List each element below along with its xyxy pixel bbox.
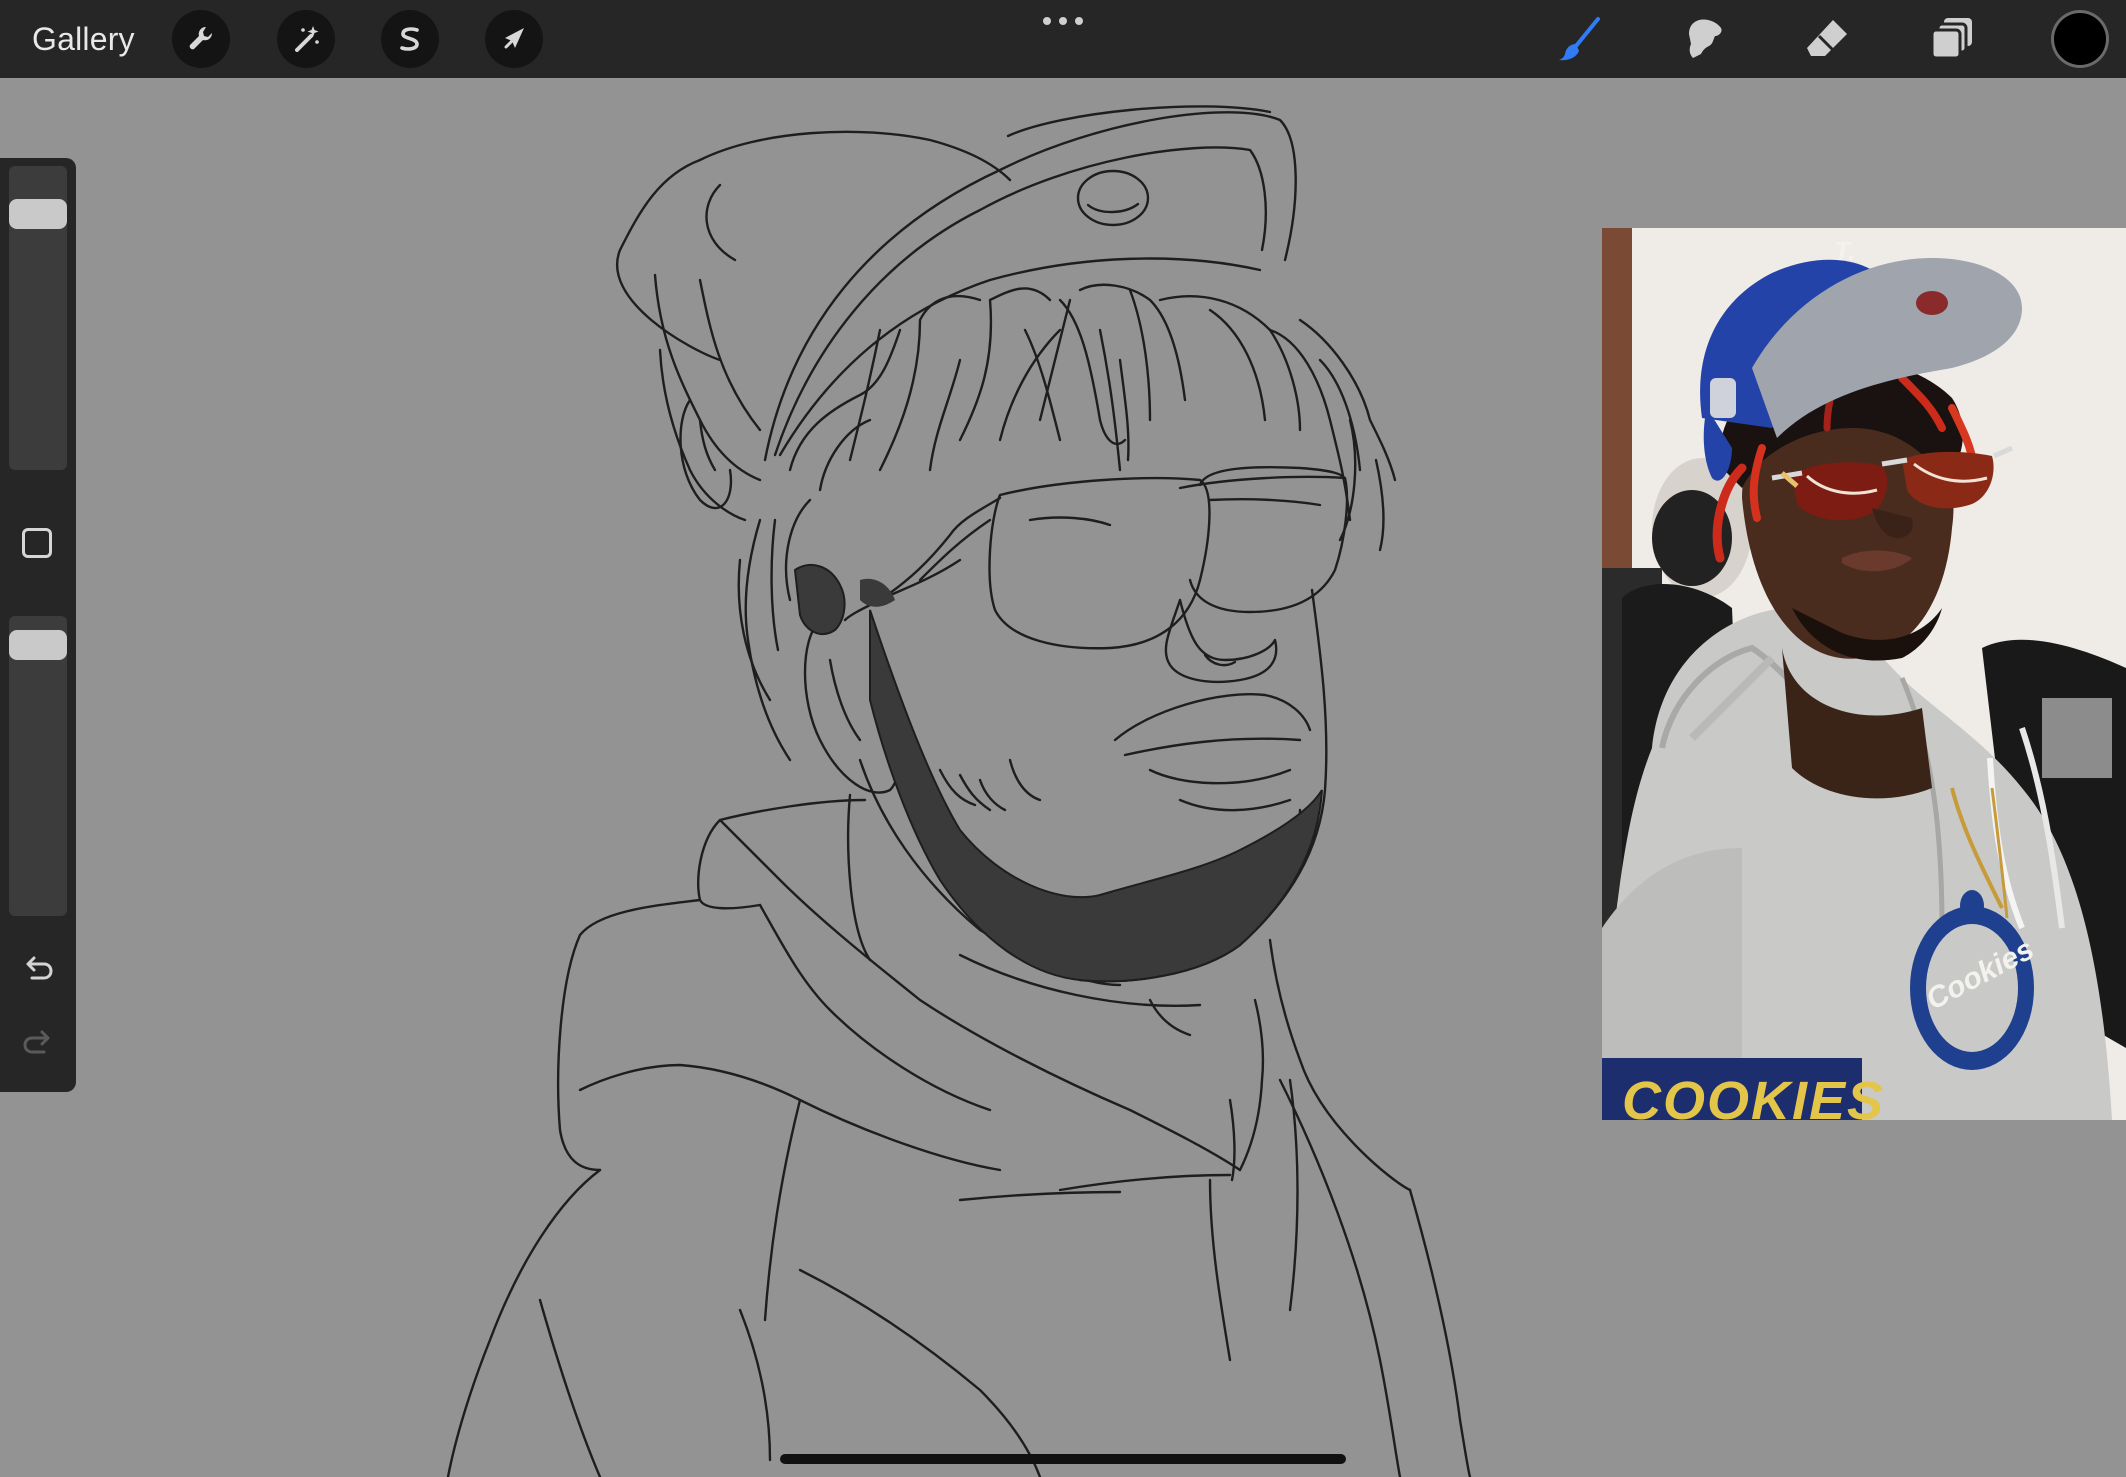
reference-photo-image bbox=[1602, 228, 2126, 1120]
arrow-cursor-icon bbox=[504, 28, 524, 49]
color-picker-button[interactable] bbox=[2054, 13, 2106, 65]
redo-arrow-icon bbox=[23, 1030, 50, 1054]
undo-button[interactable] bbox=[18, 950, 58, 990]
temple-fill bbox=[860, 578, 895, 607]
cap-letter-text: T. bbox=[1834, 236, 1856, 266]
brush-opacity-thumb[interactable] bbox=[9, 629, 67, 660]
beard-fill bbox=[869, 609, 1323, 983]
redo-button[interactable] bbox=[18, 1024, 58, 1064]
transform-button[interactable] bbox=[485, 10, 543, 68]
selection-s-icon bbox=[400, 27, 419, 51]
eraser-icon bbox=[1807, 20, 1847, 56]
gallery-button[interactable]: Gallery bbox=[32, 18, 135, 60]
home-indicator[interactable] bbox=[780, 1454, 1346, 1464]
square-icon[interactable] bbox=[22, 528, 52, 558]
brush-tool-button[interactable] bbox=[1552, 12, 1606, 66]
actions-button[interactable] bbox=[172, 10, 230, 68]
layers-icon bbox=[1930, 18, 1972, 60]
reference-photo[interactable]: T. Cookies COOKIES bbox=[1602, 228, 2126, 1120]
more-dots-icon[interactable] bbox=[1043, 14, 1083, 28]
sideburn-fill bbox=[793, 564, 846, 635]
smudge-tool-button[interactable] bbox=[1677, 12, 1731, 66]
left-sidebar bbox=[0, 158, 76, 1092]
adjustments-button[interactable] bbox=[277, 10, 335, 68]
layers-button[interactable] bbox=[1926, 12, 1980, 66]
wrench-icon bbox=[189, 26, 213, 50]
top-toolbar: Gallery bbox=[0, 0, 2126, 78]
brush-opacity-slider[interactable] bbox=[9, 616, 67, 916]
undo-arrow-icon bbox=[26, 956, 53, 980]
sleeve-text: COOKIES bbox=[1622, 1071, 1886, 1120]
eraser-tool-button[interactable] bbox=[1801, 12, 1855, 66]
selection-button[interactable] bbox=[381, 10, 439, 68]
brush-size-thumb[interactable] bbox=[9, 198, 67, 229]
brush-icon bbox=[1559, 17, 1600, 61]
magic-wand-icon bbox=[295, 26, 319, 52]
smudge-finger-icon bbox=[1689, 19, 1722, 58]
